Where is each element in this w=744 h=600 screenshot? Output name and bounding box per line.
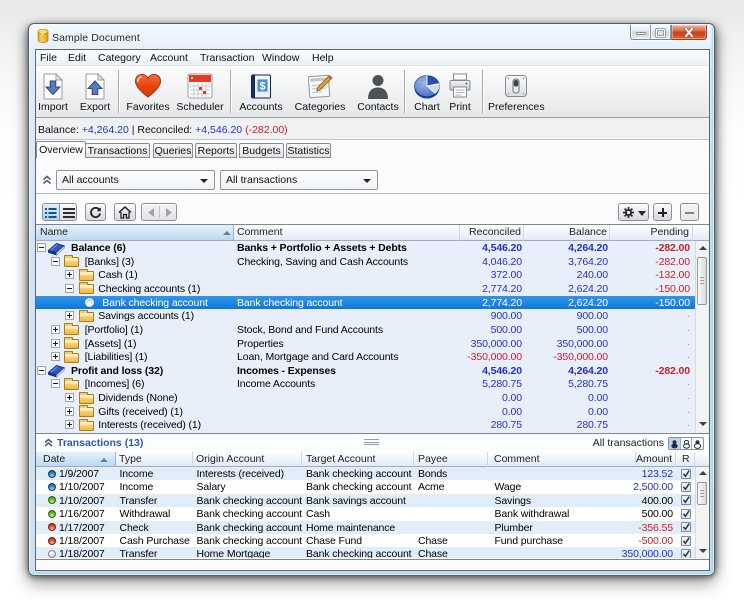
svg-text:$: $	[259, 81, 265, 93]
